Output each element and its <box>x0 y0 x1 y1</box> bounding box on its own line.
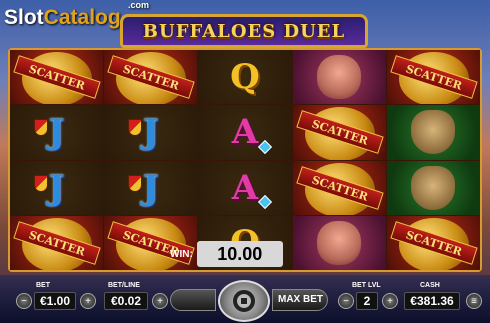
shield-icon <box>128 174 143 192</box>
symbol-j: J <box>48 112 65 153</box>
reel-cell: SCATTER <box>386 215 480 270</box>
shield-icon <box>128 119 143 137</box>
shield-icon <box>34 119 48 137</box>
reel-grid: SCATTER SCATTER Q SCATTER J J A SCATTER J J A SCATT… <box>10 50 480 270</box>
bet-value: €1.00 <box>34 292 76 310</box>
bet-label: BET <box>36 282 50 289</box>
hare-icon <box>411 110 456 155</box>
symbol-j: J <box>142 112 159 153</box>
reel-cell: SCATTER <box>10 215 104 270</box>
cash-value: €381.36 <box>404 292 460 310</box>
reel-cell: J <box>104 160 198 215</box>
autoplay-button[interactable] <box>170 289 216 311</box>
gem-icon <box>257 139 272 154</box>
reel-cell <box>292 215 386 270</box>
win-amount: 10.00 <box>196 241 283 267</box>
reel-cell <box>386 105 480 160</box>
max-bet-label: MAX BET <box>278 294 323 305</box>
win-display: WIN: 10.00 <box>170 240 304 268</box>
symbol-j: J <box>48 167 65 208</box>
reel-cell <box>292 50 386 105</box>
logo-suffix: .com <box>128 0 150 10</box>
reel-cell: SCATTER <box>292 105 386 160</box>
puma-icon <box>317 220 362 265</box>
reel-cell: J <box>10 105 104 160</box>
reel-cell: SCATTER <box>292 160 386 215</box>
betlvl-value: 2 <box>356 292 378 310</box>
gem-icon <box>257 194 272 209</box>
reel-cell: Q <box>198 50 292 105</box>
symbol-q: Q <box>230 57 260 98</box>
reel-cell: A <box>198 105 292 160</box>
bet-increase-button[interactable]: + <box>80 293 96 309</box>
reel-cell: SCATTER <box>10 50 104 105</box>
logo-part-2: Catalog <box>43 6 121 29</box>
symbol-j: J <box>142 167 159 208</box>
reel-cell: J <box>104 105 198 160</box>
betlvl-decrease-button[interactable]: − <box>338 293 354 309</box>
cash-label: CASH <box>420 282 440 289</box>
betline-increase-button[interactable]: + <box>152 293 168 309</box>
reel-cell: J <box>10 160 104 215</box>
win-label: WIN: <box>170 248 193 260</box>
logo-part-1: Slot <box>4 6 44 29</box>
reel-cell <box>386 160 480 215</box>
betlvl-increase-button[interactable]: + <box>382 293 398 309</box>
reel-cell: A <box>198 160 292 215</box>
game-header: SlotCatalog .com BUFFALOES DUEL <box>0 0 490 50</box>
hare-icon <box>411 165 456 210</box>
menu-button[interactable]: ≡ <box>466 293 482 309</box>
game-title-banner: BUFFALOES DUEL <box>120 14 368 48</box>
spin-button[interactable] <box>218 280 270 322</box>
betline-label: BET/LINE <box>108 282 140 289</box>
betline-value: €0.02 <box>104 292 148 310</box>
betlvl-label: BET LVL <box>352 282 381 289</box>
bet-decrease-button[interactable]: − <box>16 293 32 309</box>
puma-icon <box>317 55 362 100</box>
spin-icon <box>233 290 255 312</box>
slotcatalog-logo: SlotCatalog .com <box>4 0 149 30</box>
symbol-a: A <box>231 167 259 208</box>
shield-icon <box>34 174 48 192</box>
symbol-a: A <box>231 112 259 153</box>
reel-cell: SCATTER <box>104 50 198 105</box>
game-title: BUFFALOES DUEL <box>142 20 346 42</box>
reel-cell: SCATTER <box>386 50 480 105</box>
